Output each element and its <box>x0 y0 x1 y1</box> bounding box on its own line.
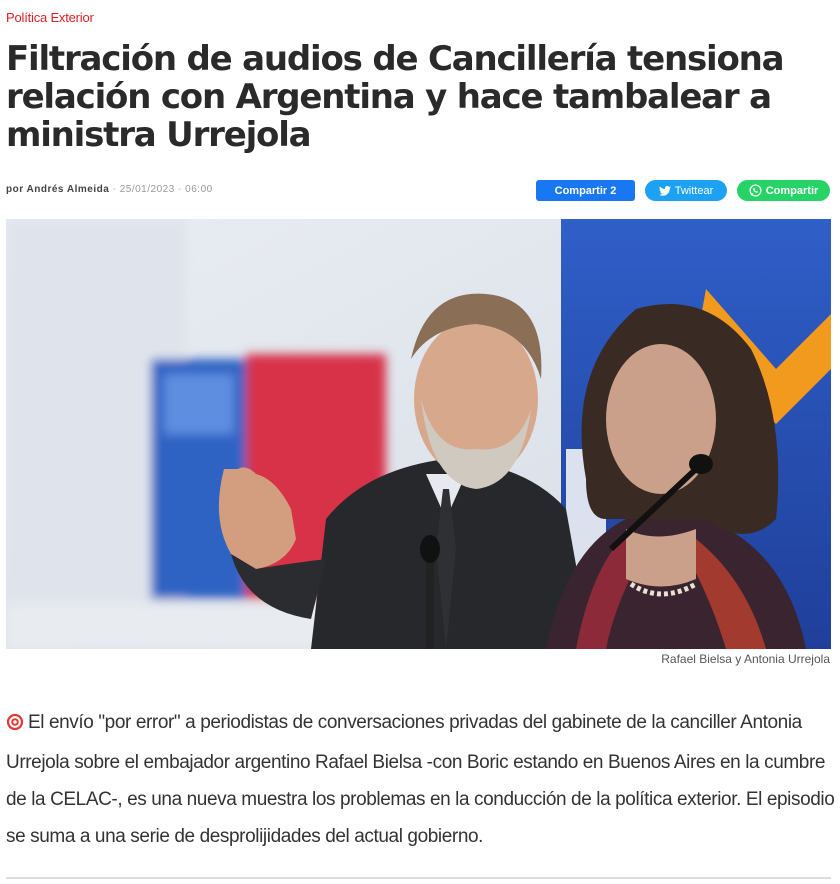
article-headline: Filtración de audios de Cancillería tens… <box>6 39 785 155</box>
twitter-share-button[interactable]: Twittear <box>645 180 727 201</box>
facebook-share-button[interactable]: Compartir 2 <box>536 180 635 201</box>
article-lead-text: El envío "por error" a periodistas de co… <box>6 712 835 847</box>
byline: por Andrés Almeida - 25/01/2023 - 06:00 <box>6 184 213 195</box>
twitter-share-label: Twittear <box>674 184 714 197</box>
target-icon <box>6 707 24 744</box>
facebook-share-label: Compartir 2 <box>554 184 617 197</box>
author-name[interactable]: Andrés Almeida <box>27 184 110 195</box>
article-hero-image <box>6 219 831 649</box>
image-caption: Rafael Bielsa y Antonia Urrejola <box>661 652 830 666</box>
divider <box>6 877 831 879</box>
whatsapp-share-button[interactable]: Compartir <box>737 180 830 201</box>
article-date: 25/01/2023 <box>119 184 175 195</box>
category-link[interactable]: Política Exterior <box>6 10 94 25</box>
byline-prefix: por <box>6 184 24 195</box>
twitter-bird-icon <box>658 185 671 196</box>
byline-separator: - <box>112 184 117 195</box>
byline-separator-2: - <box>178 184 182 195</box>
article-lead: El envío "por error" a periodistas de co… <box>6 704 836 855</box>
whatsapp-share-label: Compartir <box>765 184 819 197</box>
article-time: 06:00 <box>185 184 213 195</box>
whatsapp-icon <box>749 184 762 197</box>
